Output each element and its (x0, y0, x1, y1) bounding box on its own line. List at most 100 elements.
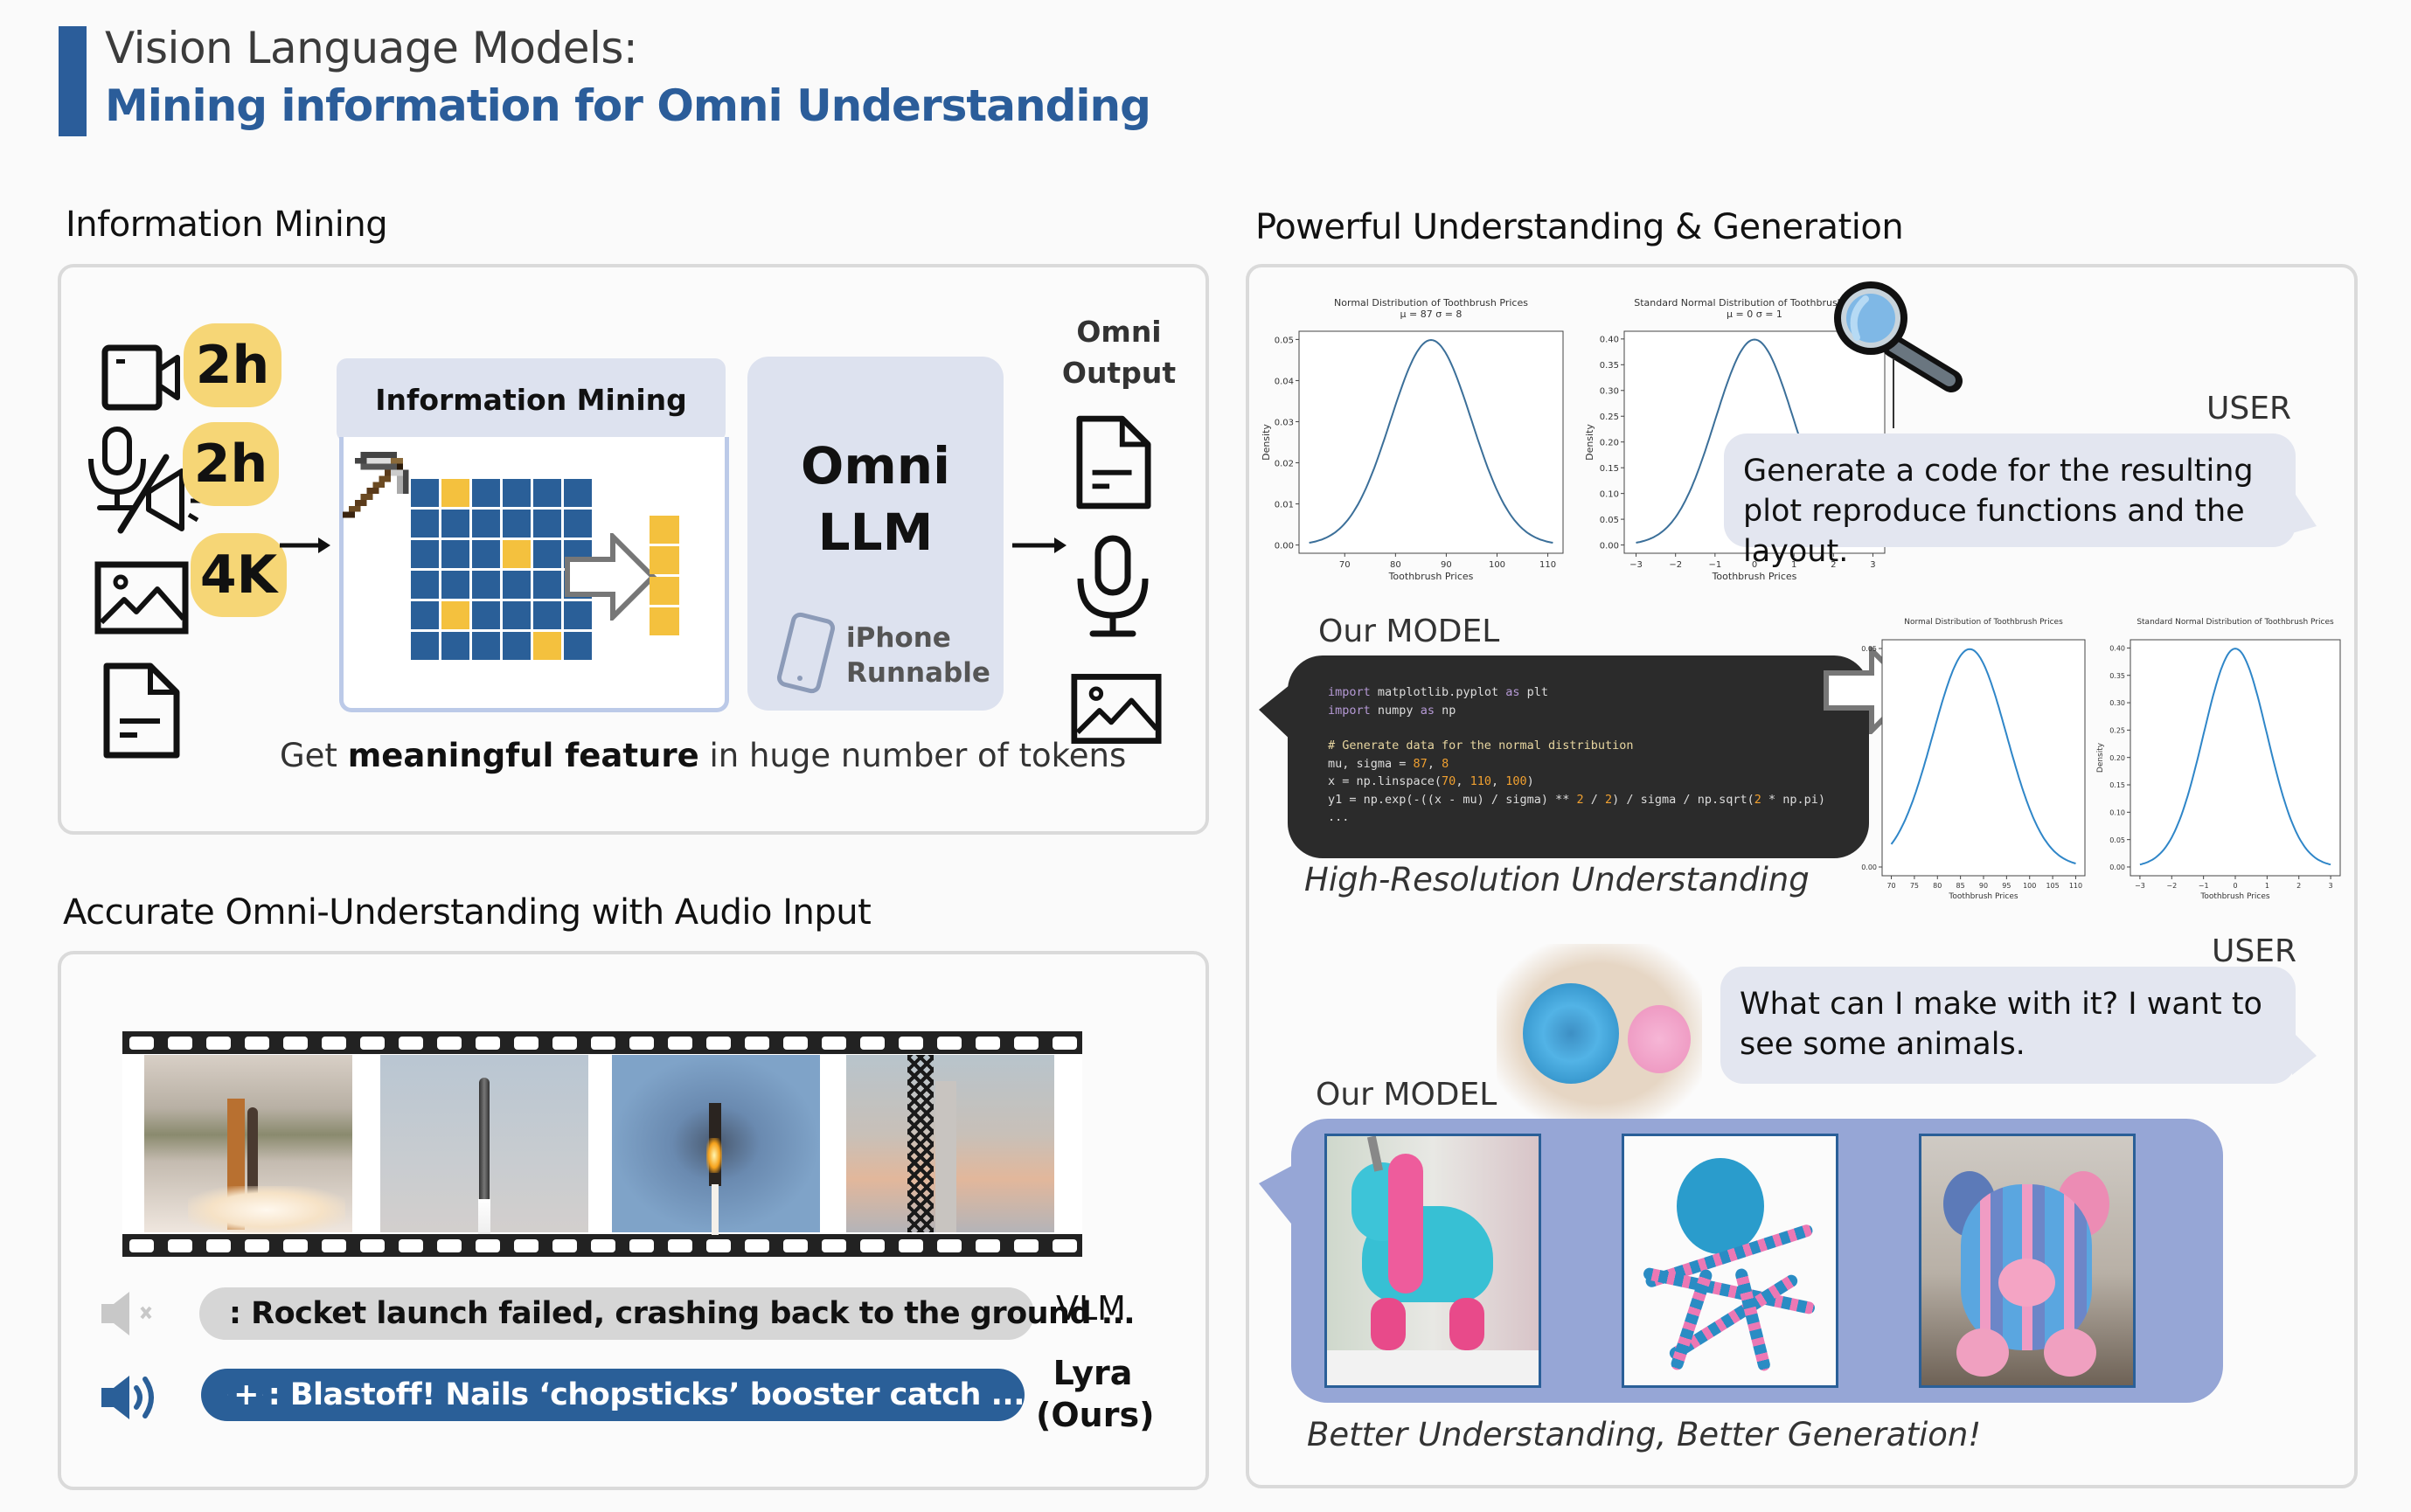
omni-llm-title: Omni LLM (747, 433, 1004, 565)
iphone-runnable-label: iPhone Runnable (846, 621, 990, 690)
x-axis-label: Toothbrush Prices (1712, 571, 1797, 582)
x-tick-label: 105 (2046, 882, 2059, 890)
x-tick-label: 2 (2296, 882, 2301, 890)
selected-token (650, 516, 679, 544)
pickaxe-icon (343, 451, 409, 518)
token-cell (441, 510, 469, 538)
rocket-launch-tower-frame (144, 1055, 352, 1234)
output-chart-normal-distribution: Normal Distribution of Toothbrush Prices… (1861, 618, 2086, 901)
film-sprocket-hole (168, 1239, 192, 1252)
speaker-on-icon[interactable] (100, 1372, 163, 1423)
x-tick-label: 80 (1933, 882, 1942, 890)
crochet-octopus-image[interactable] (1622, 1134, 1838, 1388)
film-sprocket-hole (245, 1239, 269, 1252)
exhaust-trail (712, 1184, 719, 1235)
code-line: import matplotlib.pyplot as plt (1328, 685, 1548, 699)
launch-tower (907, 1055, 934, 1232)
output-document-icon (1076, 415, 1151, 510)
token-cell (503, 479, 531, 507)
y-axis-label: Density (1584, 424, 1595, 461)
plot-area (1881, 639, 2086, 877)
y-axis-label: Density (1261, 424, 1272, 461)
crochet-bear-image[interactable] (1919, 1134, 2136, 1388)
film-sprocket-hole (976, 1239, 1000, 1252)
film-sprocket-hole (437, 1239, 462, 1252)
chart-title: Normal Distribution of Toothbrush Prices (1334, 297, 1528, 309)
y-tick-label: 0.25 (1600, 413, 1619, 422)
x-tick-label: 70 (1886, 882, 1895, 890)
user-prompt-bubble: Generate a code for the resulting plot r… (1724, 433, 2296, 569)
film-sprocket-hole (437, 1037, 462, 1050)
film-sprocket-hole (1053, 1239, 1077, 1252)
code-line: import numpy as np (1328, 703, 1456, 718)
page-title: Vision Language Models: (105, 23, 638, 73)
x-tick-label: 75 (1910, 882, 1919, 890)
token-cell (503, 571, 531, 599)
token-cell (411, 571, 439, 599)
arrow-right-outline-icon (565, 533, 657, 621)
film-sprocket-hole (899, 1239, 923, 1252)
speaker-muted-icon[interactable] (98, 1290, 159, 1337)
bubble-tail (2292, 1031, 2317, 1075)
token-cell (533, 510, 561, 538)
crochet-unicorn-image[interactable] (1324, 1134, 1541, 1388)
x-tick-label: −1 (1708, 560, 1721, 570)
output-chart-standard-normal: Standard Normal Distribution of Toothbru… (2096, 618, 2341, 901)
unicorn-leg (1449, 1298, 1484, 1350)
arrow-right-icon (1012, 538, 1067, 553)
film-sprocket-hole (822, 1239, 846, 1252)
token-cell (503, 632, 531, 660)
token-cell (564, 632, 592, 660)
film-sprocket-hole (629, 1037, 654, 1050)
yarn-photo (1497, 944, 1702, 1123)
film-sprocket-hole (745, 1239, 769, 1252)
vlm-label: VLM (1056, 1289, 1126, 1328)
generated-code: import matplotlib.pyplot as plt import nu… (1328, 683, 1825, 827)
chart-title: Standard Normal Distribution of Toothbru… (2137, 618, 2334, 627)
token-cell (441, 632, 469, 660)
y-tick-label: 0.15 (1600, 464, 1619, 474)
x-tick-label: 85 (1956, 882, 1965, 890)
text-modality-icon: T (227, 1394, 228, 1396)
lyra-name: Lyra (1053, 1354, 1133, 1392)
phone-icon (776, 612, 836, 694)
section-title-audio-understanding: Accurate Omni-Understanding with Audio I… (63, 892, 872, 933)
film-sprocket-hole (360, 1037, 385, 1050)
film-sprocket-hole (860, 1037, 885, 1050)
film-sprocket-hole (1014, 1037, 1039, 1050)
film-sprocket-hole (245, 1037, 269, 1050)
runnable-label: Runnable (846, 657, 990, 689)
x-tick-label: −1 (2199, 882, 2209, 890)
shelf (1327, 1350, 1539, 1385)
blue-yarn-ball (1523, 983, 1619, 1084)
chart-title: Normal Distribution of Toothbrush Prices (1904, 618, 2063, 627)
film-sprocket-hole (783, 1037, 808, 1050)
y-tick-label: 0.01 (1275, 500, 1294, 510)
unicorn-leg (1371, 1298, 1406, 1350)
film-sprocket-hole (129, 1239, 154, 1252)
film-sprocket-hole (514, 1037, 538, 1050)
token-cell (411, 632, 439, 660)
token-cell (411, 540, 439, 568)
film-sprocket-hole (591, 1037, 615, 1050)
token-cell (533, 571, 561, 599)
code-line: mu, sigma = 87, 8 (1328, 756, 1449, 771)
x-tick-label: 110 (1539, 560, 1556, 570)
model-label: Our MODEL (1316, 1077, 1497, 1113)
film-sprocket-hole (322, 1037, 346, 1050)
y-tick-label: 0.30 (2109, 699, 2125, 707)
octopus-head (1677, 1158, 1764, 1254)
code-line: ... (1328, 810, 1350, 824)
llm-title-line1: Omni (801, 436, 950, 496)
x-axis-label: Toothbrush Prices (2199, 892, 2270, 901)
y-tick-label: 0.10 (1600, 489, 1619, 499)
x-tick-label: −3 (1629, 560, 1643, 570)
film-sprocket-hole (976, 1037, 1000, 1050)
film-sprocket-hole (360, 1239, 385, 1252)
token-cell (503, 601, 531, 629)
user-prompt-bubble: What can I make with it? I want to see s… (1720, 967, 2296, 1084)
x-axis-label: Toothbrush Prices (1948, 892, 2018, 901)
x-tick-label: 3 (1870, 560, 1875, 570)
y-tick-label: 0.30 (1600, 387, 1619, 397)
